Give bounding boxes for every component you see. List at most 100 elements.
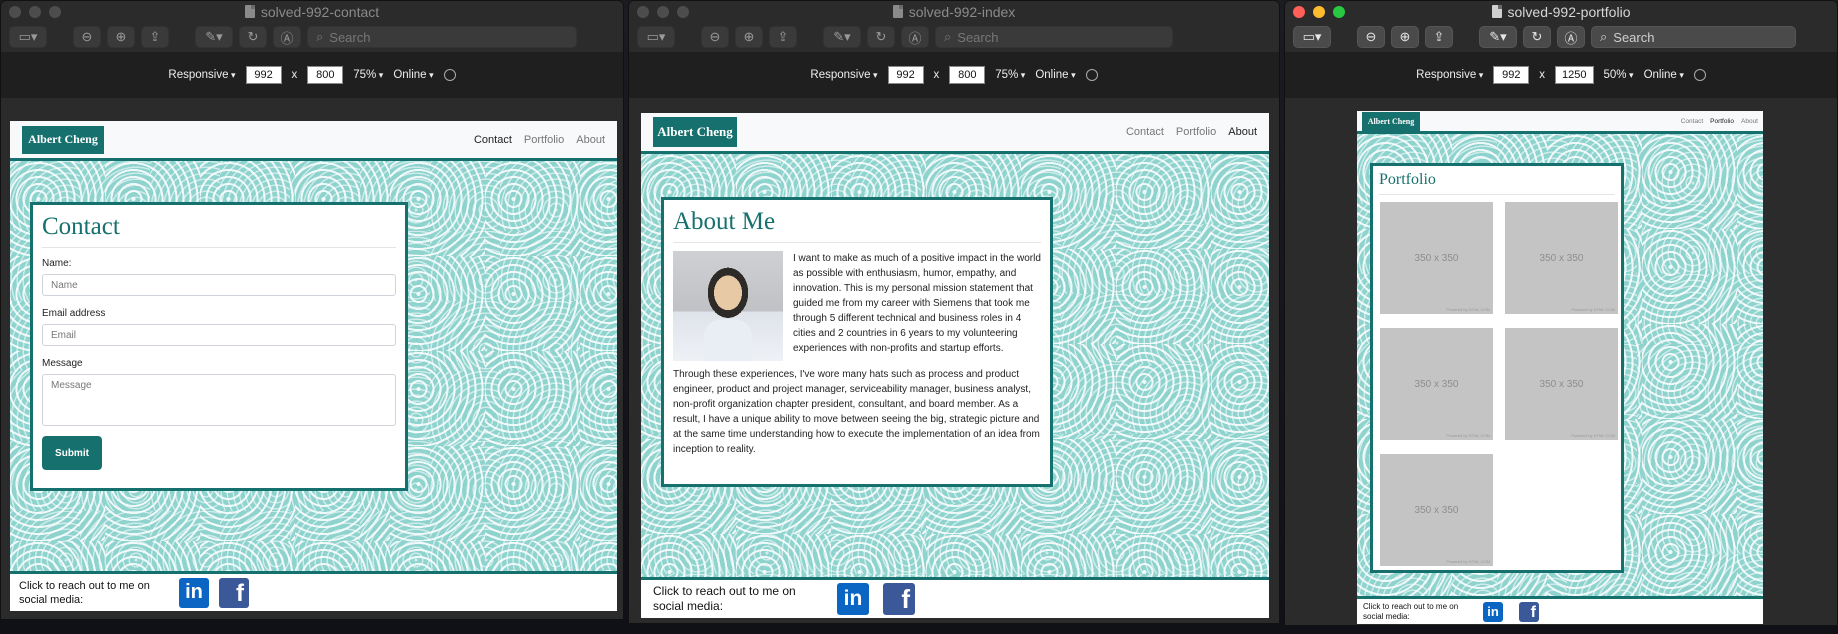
search-icon: ⌕ [944,29,952,44]
nav-contact[interactable]: Contact [1681,118,1703,125]
page-title: About Me [673,208,1041,243]
width-input[interactable]: 992 [887,66,924,84]
dimension-separator: x [1539,69,1546,81]
brand-logo[interactable]: Albert Cheng [1362,111,1420,131]
annotate-button[interactable]: Ⓐ [1557,26,1585,48]
titlebar: solved-992-index [629,1,1279,22]
contact-card: Contact Name: Name Email address Email M… [30,202,408,491]
document-icon [892,5,903,18]
name-field[interactable]: Name [42,274,396,296]
zoom-out-button[interactable]: ⊖ [701,26,729,48]
portfolio-image-1[interactable]: 350 x 350 Powered by HTML.COM [1380,202,1493,314]
submit-button[interactable]: Submit [42,436,102,470]
nav-about[interactable]: About [1228,126,1257,138]
page-title: Contact [42,213,396,248]
search-icon: ⌕ [1600,29,1608,44]
portfolio-image-4[interactable]: 350 x 350 Powered by HTML.COM [1505,328,1618,440]
about-intro: I want to make as much of a positive imp… [673,251,1041,361]
network-select[interactable]: Online [1035,69,1075,81]
markup-button[interactable]: ✎▾ [1479,26,1517,48]
brand-logo[interactable]: Albert Cheng [653,117,737,147]
device-mode-select[interactable]: Responsive [810,69,877,81]
linkedin-icon[interactable]: in [1483,601,1503,622]
sidebar-toggle-button[interactable]: ▭▾ [637,26,675,48]
rotate-icon[interactable] [1693,69,1706,81]
footer: Click to reach out to me on social media… [10,571,617,611]
linkedin-icon[interactable]: in [837,583,869,615]
share-button[interactable]: ⇪ [769,26,797,48]
email-field[interactable]: Email [42,324,396,346]
annotate-button[interactable]: Ⓐ [901,26,929,48]
sidebar-toggle-button[interactable]: ▭▾ [9,26,47,48]
nav-contact[interactable]: Contact [1126,126,1164,138]
window-contact[interactable]: solved-992-contact ▭▾ ⊖ ⊕ ⇪ ✎▾ ↻ Ⓐ ⌕ Sear… [0,0,624,620]
nav-about[interactable]: About [576,134,605,146]
zoom-select[interactable]: 50% [1604,69,1634,81]
page-viewport: Albert Cheng Contact Portfolio About Abo… [641,113,1269,618]
rotate-button[interactable]: ↻ [239,26,267,48]
share-button[interactable]: ⇪ [1425,26,1453,48]
nav-portfolio[interactable]: Portfolio [524,134,564,146]
portfolio-image-5[interactable]: 350 x 350 Powered by HTML.COM [1380,454,1493,566]
profile-photo [673,251,783,361]
window-title: solved-992-contact [260,3,380,20]
nav-links: Contact Portfolio About [1126,126,1257,138]
markup-button[interactable]: ✎▾ [195,26,233,48]
nav-about[interactable]: About [1741,118,1758,125]
network-select[interactable]: Online [1644,69,1684,81]
annotate-button[interactable]: Ⓐ [273,26,301,48]
footer: Click to reach out to me on social media… [641,577,1269,618]
device-mode-select[interactable]: Responsive [168,69,235,81]
responsive-toolbar: Responsive 992 x 1250 50% Online [1285,52,1837,98]
window-portfolio[interactable]: solved-992-portfolio ▭▾ ⊖ ⊕ ⇪ ✎▾ ↻ Ⓐ ⌕ Se… [1284,0,1838,626]
portfolio-card: Portfolio 350 x 350 Powered by HTML.COM 3… [1370,163,1624,573]
zoom-in-button[interactable]: ⊕ [735,26,763,48]
linkedin-icon[interactable]: in [179,577,209,608]
height-input[interactable]: 800 [949,66,986,84]
page-viewport: Albert Cheng Contact Portfolio About Por… [1357,111,1763,624]
toolbar: ▭▾ ⊖ ⊕ ⇪ ✎▾ ↻ Ⓐ ⌕ Search [1,23,623,51]
zoom-in-button[interactable]: ⊕ [1391,26,1419,48]
rotate-button[interactable]: ↻ [867,26,895,48]
portfolio-image-2[interactable]: 350 x 350 Powered by HTML.COM [1505,202,1618,314]
width-input[interactable]: 992 [1493,66,1530,84]
height-input[interactable]: 1250 [1555,66,1594,84]
nav-links: Contact Portfolio About [474,134,605,146]
rotate-icon[interactable] [443,69,456,81]
network-select[interactable]: Online [393,69,433,81]
brand-logo[interactable]: Albert Cheng [22,125,104,154]
email-label: Email address [42,308,106,319]
document-icon [244,5,255,18]
name-label: Name: [42,258,72,269]
width-input[interactable]: 992 [245,66,282,84]
responsive-toolbar: Responsive 992 x 800 75% Online [629,52,1279,98]
zoom-out-button[interactable]: ⊖ [1357,26,1385,48]
height-input[interactable]: 800 [307,66,344,84]
nav-portfolio[interactable]: Portfolio [1176,126,1216,138]
footer-text: Click to reach out to me on social media… [1363,601,1459,621]
zoom-select[interactable]: 75% [995,69,1025,81]
facebook-icon[interactable]: f [219,577,249,608]
share-button[interactable]: ⇪ [141,26,169,48]
zoom-select[interactable]: 75% [353,69,383,81]
search-icon: ⌕ [316,29,324,44]
sidebar-toggle-button[interactable]: ▭▾ [1293,26,1331,48]
device-mode-select[interactable]: Responsive [1416,69,1483,81]
markup-button[interactable]: ✎▾ [823,26,861,48]
nav-contact[interactable]: Contact [474,134,512,146]
search-input[interactable]: ⌕ Search [935,26,1173,48]
facebook-icon[interactable]: f [1519,601,1539,622]
rotate-button[interactable]: ↻ [1523,26,1551,48]
portfolio-image-3[interactable]: 350 x 350 Powered by HTML.COM [1380,328,1493,440]
zoom-out-button[interactable]: ⊖ [73,26,101,48]
rotate-icon[interactable] [1085,69,1098,81]
window-index[interactable]: solved-992-index ▭▾ ⊖ ⊕ ⇪ ✎▾ ↻ Ⓐ ⌕ Search… [628,0,1280,624]
search-input[interactable]: ⌕ Search [1591,26,1796,48]
facebook-icon[interactable]: f [883,583,915,615]
nav-portfolio[interactable]: Portfolio [1710,118,1734,125]
message-field[interactable]: Message [42,374,396,426]
about-card: About Me I want to make as much of a pos… [661,197,1053,487]
search-input[interactable]: ⌕ Search [307,26,577,48]
zoom-in-button[interactable]: ⊕ [107,26,135,48]
navbar: Albert Cheng Contact Portfolio About [1357,111,1763,134]
